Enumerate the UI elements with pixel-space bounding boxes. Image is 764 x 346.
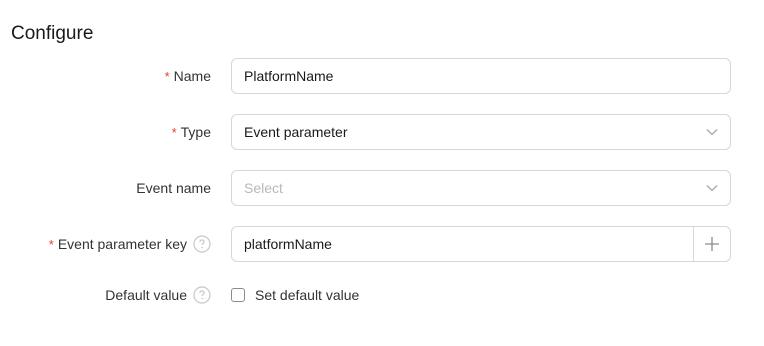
event-parameter-key-input[interactable] bbox=[232, 227, 693, 261]
default-value-row: Default value Set default value bbox=[0, 284, 764, 306]
set-default-value-label[interactable]: Set default value bbox=[255, 287, 359, 303]
required-mark: * bbox=[171, 124, 177, 140]
event-parameter-key-label: Event parameter key bbox=[57, 236, 187, 252]
event-parameter-key-field[interactable] bbox=[231, 226, 731, 262]
required-mark: * bbox=[164, 68, 170, 84]
plus-icon bbox=[705, 237, 719, 251]
type-row: * Type Event parameter bbox=[0, 114, 764, 150]
event-name-label-group: Event name bbox=[136, 170, 211, 206]
type-select-value: Event parameter bbox=[244, 124, 348, 140]
event-parameter-key-row: * Event parameter key bbox=[0, 226, 764, 262]
default-value-label-group: Default value bbox=[105, 284, 211, 306]
event-name-label: Event name bbox=[136, 180, 211, 196]
set-default-value-option[interactable]: Set default value bbox=[231, 285, 359, 305]
type-label-group: * Type bbox=[172, 114, 211, 150]
section-title: Configure bbox=[11, 23, 94, 44]
add-parameter-button[interactable] bbox=[693, 227, 730, 261]
name-input[interactable] bbox=[232, 59, 730, 93]
question-circle-icon[interactable] bbox=[193, 235, 211, 253]
type-select[interactable]: Event parameter bbox=[231, 114, 731, 150]
name-row: * Name bbox=[0, 58, 764, 94]
chevron-down-icon[interactable] bbox=[694, 115, 730, 149]
required-mark: * bbox=[48, 236, 54, 252]
name-label: Name bbox=[173, 68, 211, 84]
event-parameter-key-label-group: * Event parameter key bbox=[49, 226, 211, 262]
set-default-value-checkbox[interactable] bbox=[231, 288, 245, 302]
name-label-group: * Name bbox=[165, 58, 211, 94]
default-value-label: Default value bbox=[105, 287, 187, 303]
type-label: Type bbox=[180, 124, 211, 140]
event-name-row: Event name Select bbox=[0, 170, 764, 206]
event-name-select[interactable]: Select bbox=[231, 170, 731, 206]
event-name-select-placeholder: Select bbox=[244, 180, 283, 196]
chevron-down-icon[interactable] bbox=[694, 171, 730, 205]
name-field[interactable] bbox=[231, 58, 731, 94]
question-circle-icon[interactable] bbox=[193, 286, 211, 304]
